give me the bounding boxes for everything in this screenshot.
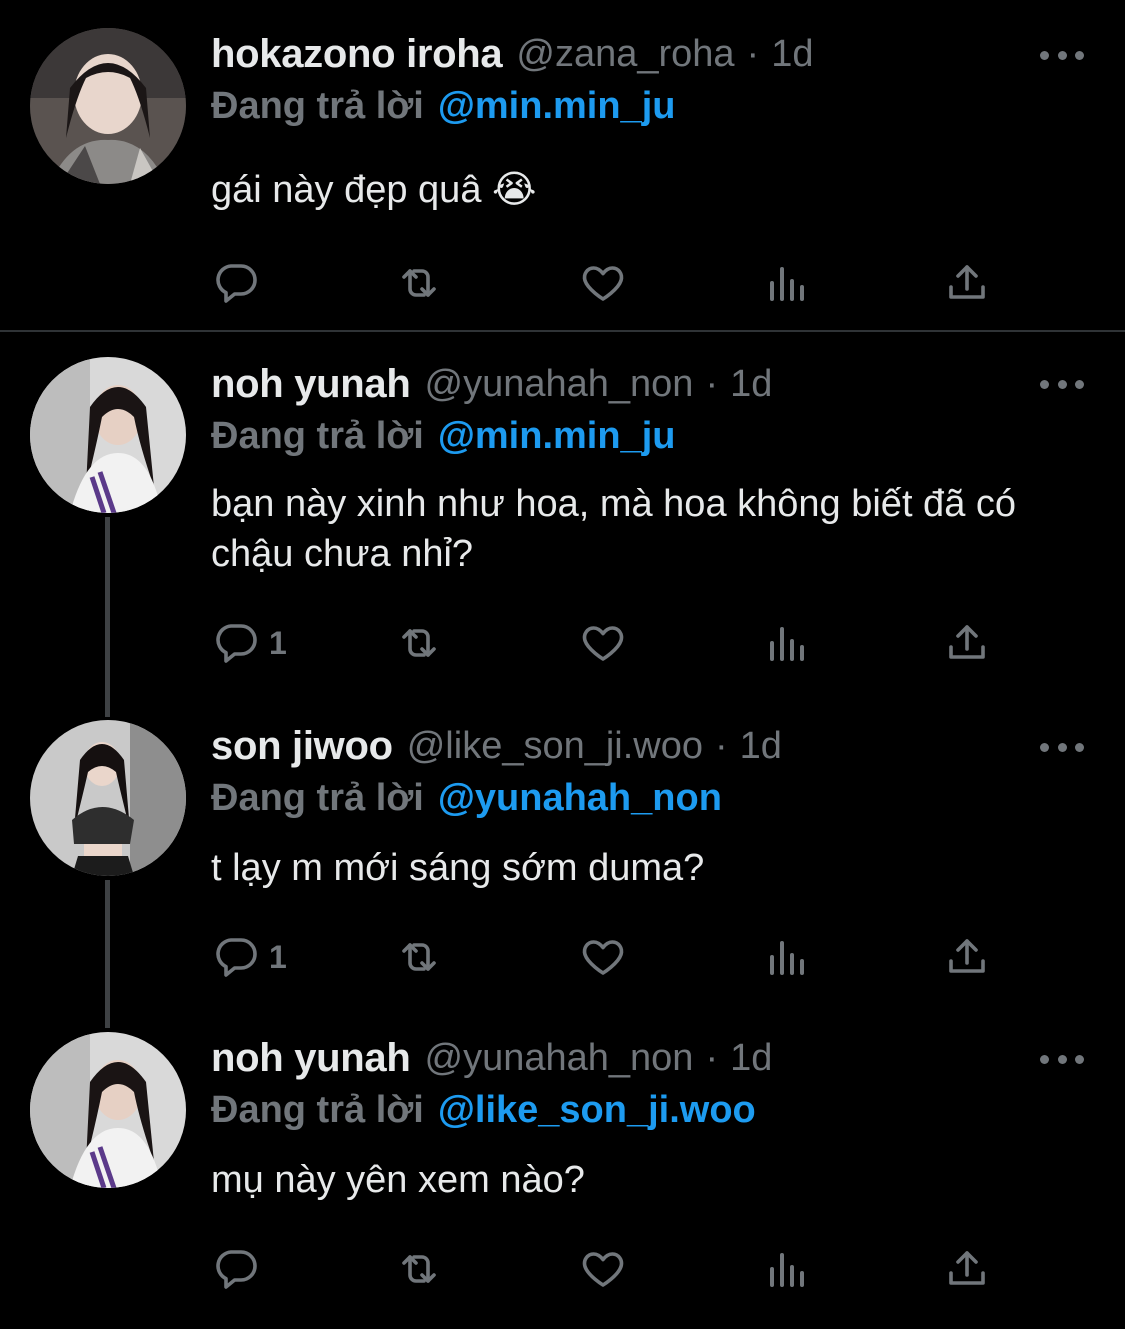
analytics-icon — [770, 267, 804, 301]
avatar[interactable] — [30, 357, 186, 513]
analytics-button[interactable] — [762, 1244, 810, 1294]
replying-to-label: Đang trả lời — [211, 84, 424, 127]
display-name[interactable]: noh yunah — [211, 1036, 411, 1081]
reply-count: 1 — [269, 624, 287, 661]
reply-count: 1 — [269, 938, 287, 975]
more-icon[interactable] — [1040, 43, 1084, 67]
reply-button[interactable] — [213, 258, 269, 308]
share-icon — [949, 625, 985, 659]
share-icon — [949, 1251, 985, 1285]
replying-to: Đang trả lời @like_son_ji.woo — [211, 1086, 756, 1134]
reply-icon — [216, 624, 257, 663]
retweet-icon — [402, 269, 436, 297]
timestamp[interactable]: 1d — [740, 725, 782, 768]
tweet-header: son jiwoo @like_son_ji.woo · 1d — [211, 722, 782, 770]
retweet-icon — [402, 629, 436, 657]
display-name[interactable]: son jiwoo — [211, 724, 393, 769]
like-icon — [582, 266, 624, 301]
tweet-header: hokazono iroha @zana_roha · 1d — [211, 30, 813, 78]
reply-icon — [216, 264, 257, 303]
separator-dot: · — [715, 724, 728, 767]
more-icon[interactable] — [1040, 735, 1084, 759]
share-button[interactable] — [943, 618, 991, 668]
replying-to-link[interactable]: @like_son_ji.woo — [438, 1089, 756, 1132]
timestamp[interactable]: 1d — [730, 1037, 772, 1080]
replying-to-label: Đang trả lời — [211, 776, 424, 819]
retweet-icon — [402, 1255, 436, 1283]
user-handle[interactable]: @like_son_ji.woo — [407, 725, 703, 768]
retweet-button[interactable] — [395, 1244, 443, 1294]
analytics-button[interactable] — [762, 932, 810, 982]
replying-to-label: Đang trả lời — [211, 414, 424, 457]
replying-to-label: Đang trả lời — [211, 1088, 424, 1131]
timestamp[interactable]: 1d — [771, 33, 813, 76]
avatar[interactable] — [30, 1032, 186, 1188]
tweet[interactable]: noh yunah @yunahah_non · 1d Đang trả lời… — [0, 332, 1125, 692]
analytics-icon — [770, 1253, 804, 1287]
action-bar — [211, 258, 1011, 308]
share-button[interactable] — [943, 1244, 991, 1294]
separator-dot: · — [705, 1036, 719, 1079]
more-icon[interactable] — [1040, 1047, 1084, 1071]
like-button[interactable] — [579, 258, 627, 308]
tweet-text: mụ này yên xem nào? — [211, 1159, 585, 1201]
separator-dot: · — [746, 32, 760, 75]
replying-to: Đang trả lời @min.min_ju — [211, 412, 675, 460]
reply-icon — [216, 1250, 257, 1289]
like-button[interactable] — [579, 618, 627, 668]
tweet-header: noh yunah @yunahah_non · 1d — [211, 1034, 772, 1082]
avatar[interactable] — [30, 720, 186, 876]
timestamp[interactable]: 1d — [730, 363, 772, 406]
user-handle[interactable]: @zana_roha — [516, 33, 734, 76]
user-handle[interactable]: @yunahah_non — [425, 363, 694, 406]
display-name[interactable]: noh yunah — [211, 362, 411, 407]
reply-button[interactable] — [213, 1244, 269, 1294]
tweet-text: bạn này xinh như hoa, mà hoa không biết … — [211, 483, 1017, 575]
share-icon — [949, 939, 985, 973]
retweet-button[interactable] — [395, 258, 443, 308]
tweet-text: t lạy m mới sáng sớm duma? — [211, 847, 705, 889]
reply-button[interactable]: 1 — [213, 618, 287, 668]
like-button[interactable] — [579, 932, 627, 982]
action-bar: 1 — [211, 932, 1011, 982]
replying-to-link[interactable]: @min.min_ju — [438, 85, 676, 128]
replying-to: Đang trả lời @yunahah_non — [211, 774, 722, 822]
replying-to-link[interactable]: @yunahah_non — [438, 777, 722, 820]
share-button[interactable] — [943, 932, 991, 982]
replying-to-link[interactable]: @min.min_ju — [438, 415, 676, 458]
display-name[interactable]: hokazono iroha — [211, 32, 503, 77]
tweet-header: noh yunah @yunahah_non · 1d — [211, 360, 772, 408]
action-bar — [211, 1244, 1011, 1294]
share-button[interactable] — [943, 258, 991, 308]
share-icon — [949, 265, 985, 299]
tweet[interactable]: son jiwoo @like_son_ji.woo · 1d Đang trả… — [0, 692, 1125, 1012]
retweet-button[interactable] — [395, 618, 443, 668]
user-handle[interactable]: @yunahah_non — [425, 1037, 694, 1080]
replying-to: Đang trả lời @min.min_ju — [211, 82, 675, 130]
like-icon — [582, 626, 624, 661]
tweet-text: gái này đẹp quâ 😭 — [211, 169, 537, 211]
analytics-button[interactable] — [762, 258, 810, 308]
analytics-icon — [770, 627, 804, 661]
retweet-icon — [402, 943, 436, 971]
retweet-button[interactable] — [395, 932, 443, 982]
action-bar: 1 — [211, 618, 1011, 668]
like-icon — [582, 1252, 624, 1287]
tweet[interactable]: noh yunah @yunahah_non · 1d Đang trả lời… — [0, 1004, 1125, 1329]
like-button[interactable] — [579, 1244, 627, 1294]
analytics-icon — [770, 941, 804, 975]
more-icon[interactable] — [1040, 372, 1084, 396]
separator-dot: · — [705, 362, 719, 405]
tweet[interactable]: hokazono iroha @zana_roha · 1d Đang trả … — [0, 0, 1125, 332]
avatar[interactable] — [30, 28, 186, 184]
reply-button[interactable]: 1 — [213, 932, 287, 982]
reply-icon — [216, 938, 257, 977]
like-icon — [582, 940, 624, 975]
analytics-button[interactable] — [762, 618, 810, 668]
